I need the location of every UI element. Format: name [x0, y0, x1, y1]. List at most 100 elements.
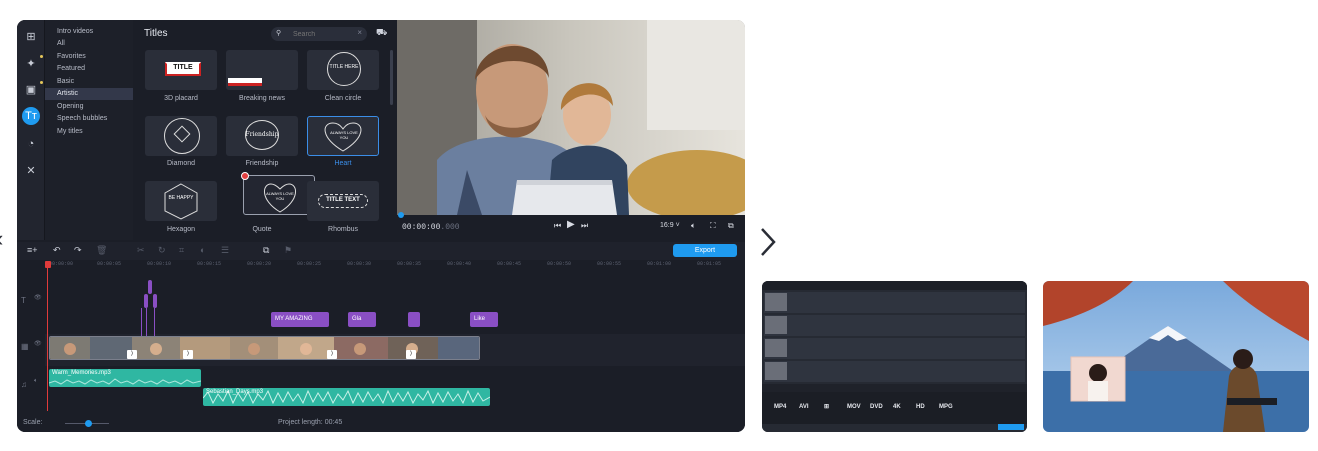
filter-icon[interactable]: ▣ — [22, 81, 43, 99]
category-opening[interactable]: Opening — [45, 101, 133, 113]
delete-icon[interactable]: 🗑︎ — [96, 245, 107, 256]
category-featured[interactable]: Featured — [45, 63, 133, 75]
clear-search-icon[interactable]: × — [357, 28, 362, 37]
ruler-tick: 00:01:00 — [647, 261, 672, 267]
title-clip-label: Like — [474, 316, 486, 322]
tools-icon[interactable]: ✕ — [22, 162, 40, 180]
player-controls: 00:00:00.000 ⏮ ▶ ⏭ 16:9 ˅ 🔈︎ ⛶ ⧉ — [397, 212, 745, 240]
scrub-handle[interactable] — [398, 212, 404, 218]
category-basic[interactable]: Basic — [45, 76, 133, 88]
ruler-tick: 00:00:15 — [197, 261, 222, 267]
cut-icon[interactable]: ✂ — [137, 245, 145, 256]
screenshot-thumbnail[interactable]: MP4 AVI ⊞ MOV DVD 4K HD MPG — [762, 281, 1027, 432]
title-tile-quote[interactable]: ALWAYS LOVE YOU — [241, 172, 315, 215]
search-box: ⚲ × — [271, 27, 367, 41]
svg-text:MOV: MOV — [847, 404, 861, 410]
transition-icon[interactable]: ⟩ — [183, 350, 193, 359]
tile-preview-text: BE HAPPY — [168, 195, 194, 201]
timecode: 00:00:00.000 — [402, 223, 460, 232]
screenshot-thumbnail[interactable] — [1043, 281, 1309, 432]
video-preview[interactable] — [397, 20, 745, 215]
tile-label: Breaking news — [239, 95, 285, 102]
play-icon[interactable]: ▶ — [567, 219, 575, 230]
svg-text:AVI: AVI — [799, 404, 809, 410]
svg-text:4K: 4K — [893, 404, 901, 410]
title-tile-friendship[interactable]: Friendship — [226, 116, 298, 156]
title-tile-heart[interactable]: ALWAYS LOVE YOU — [307, 116, 379, 156]
transition-icon[interactable]: ⟩ — [406, 350, 416, 359]
category-artistic[interactable]: Artistic — [45, 88, 133, 100]
audio-clip[interactable]: Warm_Memories.mp3 — [49, 369, 201, 387]
panel-scrollbar[interactable] — [390, 50, 393, 105]
rotate-icon[interactable]: ↻ — [158, 245, 166, 256]
title-marker[interactable] — [148, 280, 152, 294]
fullscreen-icon[interactable]: ⛶ — [710, 221, 716, 231]
flag-icon[interactable]: ⚑ — [284, 245, 292, 256]
tile-label: Hexagon — [166, 226, 196, 233]
category-favorites[interactable]: Favorites — [45, 51, 133, 63]
crop-icon[interactable]: ⌗ — [179, 245, 184, 256]
hexagon-icon — [164, 183, 198, 220]
transition-icon[interactable]: ⟩ — [327, 350, 337, 359]
title-clip[interactable]: MY AMAZING — [271, 312, 329, 327]
export-button[interactable]: Export — [673, 244, 737, 257]
ruler-tick: 00:01:05 — [697, 261, 722, 267]
prev-icon[interactable]: ⏮ — [554, 221, 561, 231]
scale-slider-knob[interactable] — [85, 420, 92, 427]
tile-preview-text: TITLE TEXT — [326, 197, 360, 203]
title-marker[interactable] — [144, 294, 148, 308]
time-ruler[interactable]: 00:00:00 00:00:05 00:00:10 00:00:15 00:0… — [17, 260, 745, 272]
tile-label: Quote — [252, 226, 272, 233]
title-tile-3d-placard[interactable]: TITLE — [145, 50, 217, 90]
import-icon[interactable]: ⊞ — [22, 28, 40, 46]
category-intro-videos[interactable]: Intro videos — [45, 26, 133, 38]
titles-icon[interactable]: Tт — [22, 107, 40, 125]
clip-icon[interactable]: ⧉ — [263, 245, 269, 256]
playhead-handle[interactable] — [45, 261, 51, 268]
search-input[interactable] — [293, 29, 353, 39]
undo-icon[interactable]: ↶ — [53, 245, 61, 256]
audio-clip[interactable]: Sebastian_Days.mp3 — [203, 388, 490, 406]
next-icon[interactable]: ⏭ — [581, 221, 588, 231]
ruler-tick: 00:00:30 — [347, 261, 372, 267]
add-track-icon[interactable]: ≡+ — [27, 245, 38, 255]
ruler-tick: 00:00:05 — [97, 261, 122, 267]
waveform-icon — [49, 378, 201, 385]
category-speech-bubbles[interactable]: Speech bubbles — [45, 113, 133, 125]
video-editor-window: ⊞ ✦ ▣ Tт ◔ ✕ Intro videos All Favorites … — [17, 20, 745, 432]
title-tile-clean-circle[interactable]: TITLE HERE — [307, 50, 379, 90]
ruler-tick: 00:00:20 — [247, 261, 272, 267]
title-tile-hexagon[interactable]: BE HAPPY — [145, 181, 217, 221]
tile-preview-text: ALWAYS LOVE YOU — [266, 191, 294, 201]
redo-icon[interactable]: ↷ — [74, 245, 82, 256]
tile-label: Clean circle — [324, 95, 362, 102]
chevron-left-icon[interactable]: ‹ — [0, 228, 6, 250]
chevron-right-icon[interactable] — [754, 225, 782, 259]
tile-preview-text: ALWAYS LOVE YOU — [330, 130, 358, 140]
title-link-line — [141, 308, 142, 336]
cart-icon[interactable]: ⛟ — [376, 27, 387, 39]
category-my-titles[interactable]: My titles — [45, 126, 133, 138]
ruler-tick: 00:00:25 — [297, 261, 322, 267]
stickers-icon[interactable]: ◔ — [22, 135, 40, 153]
search-icon: ⚲ — [276, 30, 282, 37]
aspect-ratio-select[interactable]: 16:9 ˅ — [660, 222, 680, 229]
list-icon[interactable]: ☰ — [221, 245, 229, 256]
detach-icon[interactable]: ⧉ — [728, 221, 734, 231]
title-clip[interactable]: Gla — [348, 312, 376, 327]
category-list: Intro videos All Favorites Featured Basi… — [45, 20, 133, 240]
transition-icon[interactable]: ⟩ — [127, 350, 137, 359]
color-icon[interactable]: ◐ — [200, 245, 205, 255]
title-tile-rhombus[interactable]: TITLE TEXT — [307, 181, 379, 221]
title-tile-diamond[interactable] — [145, 116, 217, 156]
category-all[interactable]: All — [45, 38, 133, 50]
title-clip[interactable] — [408, 312, 420, 327]
title-marker[interactable] — [153, 294, 157, 308]
title-clip[interactable]: Like — [470, 312, 498, 327]
magic-icon[interactable]: ✦ — [22, 55, 43, 73]
title-tile-breaking-news[interactable] — [226, 50, 298, 90]
product-gallery: ‹ ⊞ ✦ ▣ Tт ◔ ✕ Intro videos All Favorite… — [0, 0, 1318, 451]
volume-icon[interactable]: 🔈︎ — [691, 221, 696, 231]
ruler-tick: 00:00:50 — [547, 261, 572, 267]
tile-preview-text: TITLE HERE — [329, 64, 359, 70]
